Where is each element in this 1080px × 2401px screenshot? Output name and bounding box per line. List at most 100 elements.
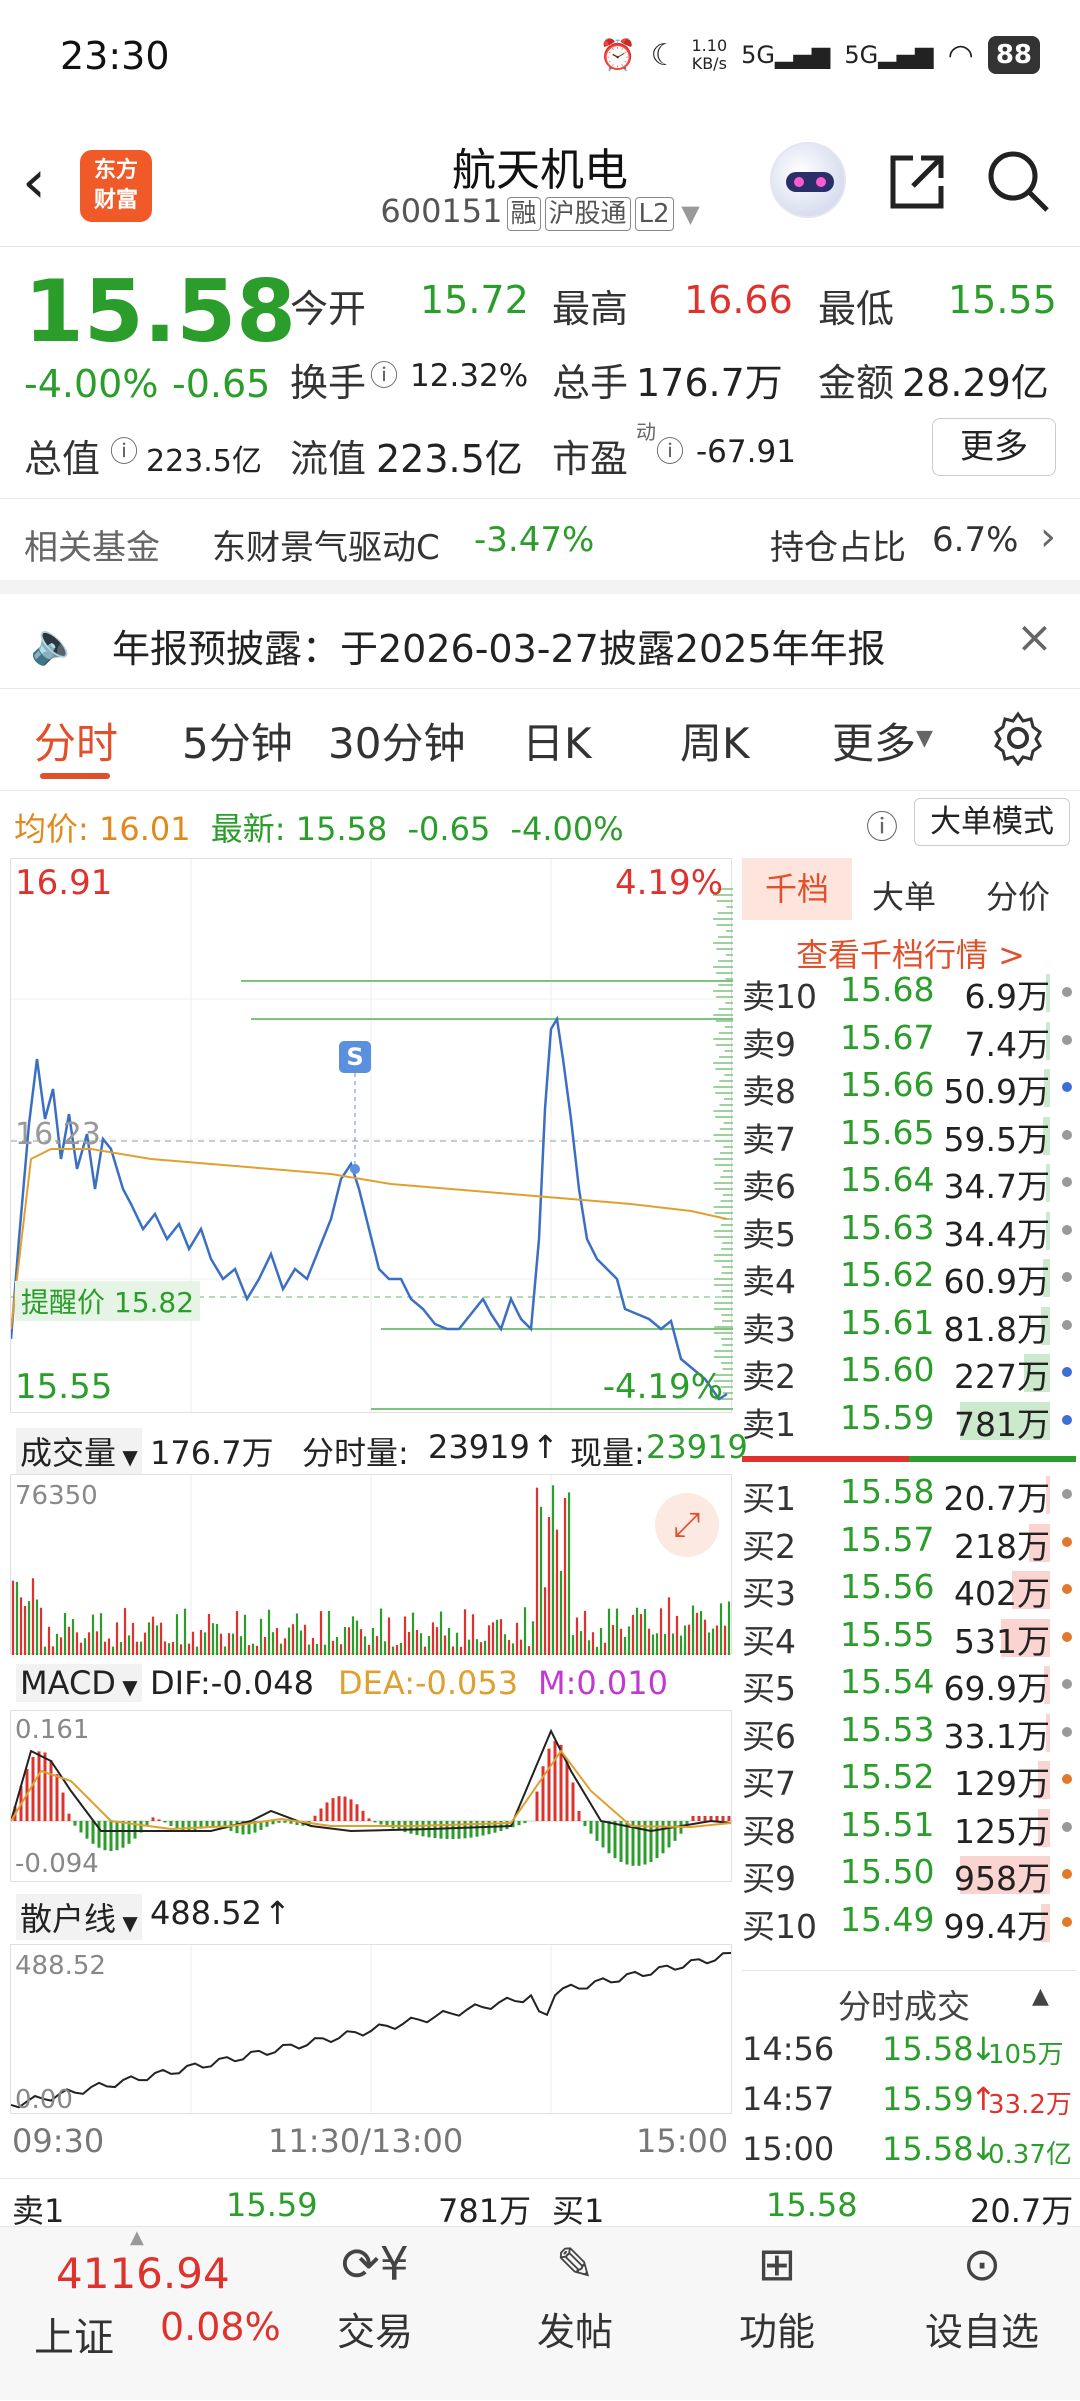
bid-row[interactable]: 买2 15.57 218万: [742, 1520, 1072, 1566]
chevron-down-icon[interactable]: ▼: [674, 200, 699, 228]
ask-row[interactable]: 卖4 15.62 60.9万: [742, 1255, 1072, 1301]
ask-row[interactable]: 卖8 15.66 50.9万: [742, 1065, 1072, 1111]
tick-volume: 33.2万: [988, 2090, 1072, 2120]
nav-bar: ‹ 东方 财富 航天机电 600151 融沪股通 L2 ▼: [0, 112, 1080, 247]
sanhu-selector[interactable]: 散户线 ▼: [16, 1894, 142, 1940]
bid-row[interactable]: 买9 15.50 958万: [742, 1852, 1072, 1898]
robot-avatar-icon[interactable]: [770, 142, 846, 218]
turnover-value: 12.32%: [410, 358, 529, 394]
bid-level-label: 买5: [742, 1669, 796, 1708]
big-order-mode-button[interactable]: 大单模式: [914, 798, 1070, 846]
ask-row[interactable]: 卖6 15.64 34.7万: [742, 1160, 1072, 1206]
bid-price: 15.49: [840, 1899, 935, 1939]
ask-row[interactable]: 卖7 15.65 59.5万: [742, 1113, 1072, 1159]
ask-row[interactable]: 卖5 15.63 34.4万: [742, 1208, 1072, 1254]
bid-volume: 33.1万: [943, 1716, 1050, 1756]
index-ticker[interactable]: ▲ 4116.94 上证 0.08%: [0, 2227, 300, 2401]
related-fund-row[interactable]: 相关基金 东财景气驱动C -3.47% 持仓占比 6.7% ›: [0, 500, 1080, 580]
macd-chart[interactable]: 0.161 -0.094: [10, 1710, 733, 1882]
sanhu-chart[interactable]: 488.52 0.00: [10, 1944, 732, 2115]
float-cap-value: 223.5亿: [376, 437, 523, 481]
tab-big-orders[interactable]: 大单: [872, 872, 936, 918]
tab-thousand-levels[interactable]: 千档: [742, 858, 852, 920]
functions-button[interactable]: ⊞ 功能: [712, 2237, 842, 2387]
bid-row[interactable]: 买5 15.54 69.9万: [742, 1662, 1072, 1708]
macd-dif: DIF:-0.048: [150, 1664, 314, 1702]
more-button[interactable]: 更多: [932, 418, 1056, 476]
alert-price-tag[interactable]: 提醒价 15.82: [15, 1281, 201, 1321]
info-icon[interactable]: ⓘ: [110, 430, 138, 470]
bid-volume: 218万: [954, 1526, 1050, 1566]
price-line: [11, 1015, 728, 1401]
ask-row[interactable]: 卖10 15.68 6.9万: [742, 970, 1072, 1016]
info-icon[interactable]: ⓘ: [656, 430, 684, 470]
bid-price: 15.56: [840, 1567, 935, 1606]
bid-price: 15.58: [840, 1472, 935, 1511]
ask-row[interactable]: 卖3 15.61 81.8万: [742, 1303, 1072, 1349]
share-icon[interactable]: [885, 150, 949, 214]
ask-price: 15.68: [840, 970, 935, 1009]
current-volume-label: 现量:: [570, 1434, 645, 1472]
post-button[interactable]: ✎ 发帖: [510, 2237, 640, 2387]
dea-line: [10, 1749, 732, 1831]
bid-volume: 129万: [954, 1764, 1050, 1803]
volume-chart[interactable]: 76350 ⤢: [10, 1474, 732, 1655]
close-icon[interactable]: ×: [1016, 612, 1053, 663]
expand-icon[interactable]: ⤢: [655, 1493, 719, 1557]
bid-volume: 958万: [954, 1859, 1050, 1898]
low-value: 15.55: [948, 278, 1057, 322]
market-cap-label: 总值: [24, 437, 101, 481]
ask-indicator-dot: [1062, 1414, 1072, 1425]
bid-volume: 531万: [954, 1621, 1050, 1661]
info-icon[interactable]: ⓘ: [370, 354, 398, 394]
trade-button[interactable]: ⟳¥ 交易: [310, 2237, 440, 2387]
bid-row[interactable]: 买3 15.56 402万: [742, 1567, 1072, 1613]
ask-row[interactable]: 卖2 15.60 227万: [742, 1350, 1072, 1396]
volume-label: 成交量: [20, 1434, 117, 1472]
add-watchlist-button[interactable]: ⊙ 设自选: [902, 2237, 1062, 2387]
tab-5min[interactable]: 5分钟: [182, 710, 293, 771]
bid-indicator-dot: [1062, 1916, 1072, 1927]
bid-row[interactable]: 买8 15.51 125万: [742, 1805, 1072, 1851]
bid-price: 15.52: [840, 1757, 935, 1796]
ask-indicator-dot: [1062, 1319, 1072, 1330]
bid-row[interactable]: 买6 15.53 33.1万: [742, 1710, 1072, 1756]
signal-s-marker[interactable]: S: [339, 1041, 371, 1073]
bid-row[interactable]: 买10 15.49 99.4万: [742, 1900, 1072, 1946]
tab-more[interactable]: 更多: [832, 710, 916, 771]
ask-row[interactable]: 卖1 15.59 781万: [742, 1398, 1072, 1444]
notice-bar[interactable]: 🔈 年报预披露：于2026-03-27披露2025年年报 ×: [0, 594, 1080, 688]
ask-level-label: 卖2: [742, 1357, 796, 1396]
tab-weekly[interactable]: 周K: [680, 710, 750, 771]
sanhu-value: 488.52: [150, 1894, 262, 1932]
bid-row[interactable]: 买7 15.52 129万: [742, 1757, 1072, 1803]
high-value: 16.66: [684, 278, 793, 322]
change-pct: -4.00%: [24, 362, 159, 406]
ask-price: 15.67: [840, 1017, 935, 1057]
volume-selector[interactable]: 成交量 ▼: [16, 1428, 142, 1474]
market-cap: 223.5亿: [146, 444, 262, 479]
tab-daily[interactable]: 日K: [522, 710, 592, 771]
moon-icon: ☾: [650, 37, 678, 73]
macd-selector[interactable]: MACD ▼: [16, 1664, 142, 1702]
help-icon[interactable]: ⓘ: [866, 802, 898, 848]
tab-intraday[interactable]: 分时: [34, 710, 118, 771]
hold-value: 6.7%: [932, 520, 1019, 560]
tag-l2: L2: [634, 197, 674, 231]
bid1-price: 15.58: [766, 2186, 858, 2224]
avg-label: 均价:: [14, 810, 89, 848]
index-pct: 0.08%: [160, 2305, 281, 2349]
tab-30min[interactable]: 30分钟: [328, 710, 465, 771]
tab-price-dist[interactable]: 分价: [986, 872, 1050, 918]
intraday-chart[interactable]: 16.91 4.19% 15.55 -4.19% 16.23 提醒价 15.82…: [10, 858, 733, 1414]
high-label: 最高: [552, 287, 629, 331]
ask-row[interactable]: 卖9 15.67 7.4万: [742, 1018, 1072, 1064]
settings-gear-icon[interactable]: [990, 710, 1046, 766]
ask-indicator-dot: [1062, 1177, 1072, 1187]
search-icon[interactable]: [985, 148, 1051, 214]
bid-row[interactable]: 买1 15.58 20.7万: [742, 1472, 1072, 1518]
ticks-title[interactable]: 分时成交: [838, 1980, 970, 2028]
chart-low-label: 15.55: [15, 1367, 113, 1407]
bid-price: 15.54: [840, 1662, 935, 1701]
bid-row[interactable]: 买4 15.55 531万: [742, 1615, 1072, 1661]
